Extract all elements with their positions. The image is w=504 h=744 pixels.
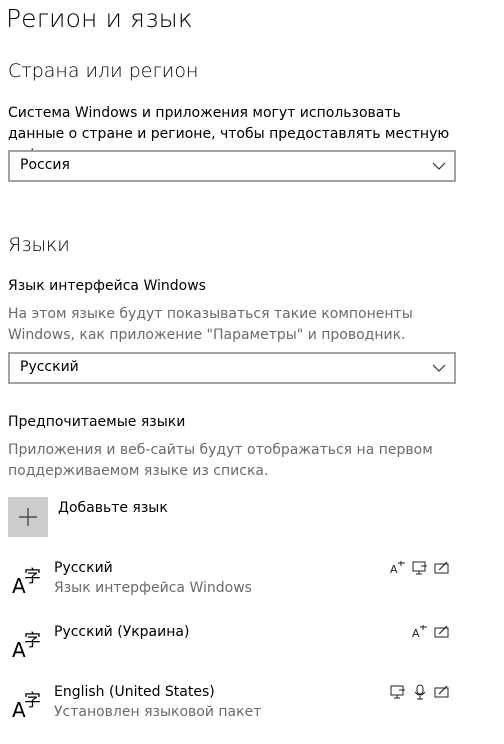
language-features bbox=[390, 684, 450, 700]
preferred-languages-description: Приложения и веб-сайты будут отображатьс… bbox=[8, 442, 433, 479]
language-status: Установлен языковой пакет bbox=[54, 704, 262, 720]
svg-text:A: A bbox=[390, 563, 398, 576]
add-language-label[interactable]: Добавьте язык bbox=[58, 500, 168, 516]
language-icon: A字 bbox=[12, 631, 41, 662]
language-item-ru-ua[interactable]: A字 Русский (Украина) A bbox=[8, 624, 458, 680]
region-section-title: Страна или регион bbox=[8, 60, 199, 82]
language-name: Русский (Украина) bbox=[54, 624, 190, 640]
language-icon: A字 bbox=[12, 691, 41, 722]
language-status: Язык интерфейса Windows bbox=[54, 580, 252, 596]
display-language-description: На этом языке будут показываться такие к… bbox=[8, 306, 413, 343]
handwriting-icon bbox=[434, 685, 449, 698]
language-item-en-us[interactable]: A字 English (United States) Установлен яз… bbox=[8, 684, 458, 740]
handwriting-icon bbox=[434, 561, 449, 574]
language-item-ru[interactable]: A字 Русский Язык интерфейса Windows A bbox=[8, 560, 458, 616]
country-select-value: Россия bbox=[20, 157, 70, 173]
display-language-icon bbox=[390, 685, 405, 699]
display-language-select[interactable]: Русский bbox=[8, 352, 456, 384]
preferred-languages-label: Предпочитаемые языки bbox=[8, 414, 186, 430]
country-select[interactable]: Россия bbox=[8, 150, 456, 182]
chevron-down-icon bbox=[432, 162, 446, 170]
display-language-icon bbox=[412, 561, 427, 575]
handwriting-icon bbox=[434, 625, 449, 638]
languages-section-title: Языки bbox=[8, 234, 70, 256]
page-title: Регион и язык bbox=[6, 4, 193, 33]
display-language-select-value: Русский bbox=[20, 359, 79, 375]
text-to-speech-icon: A bbox=[390, 561, 405, 576]
language-icon: A字 bbox=[12, 567, 41, 598]
language-name: English (United States) bbox=[54, 684, 215, 700]
language-features: A bbox=[390, 560, 450, 576]
language-name: Русский bbox=[54, 560, 113, 576]
add-language-button[interactable] bbox=[8, 497, 48, 537]
display-language-label: Язык интерфейса Windows bbox=[8, 278, 206, 294]
chevron-down-icon bbox=[432, 364, 446, 372]
speech-recognition-icon bbox=[414, 684, 426, 700]
svg-text:A: A bbox=[412, 627, 420, 640]
language-features: A bbox=[412, 624, 450, 640]
text-to-speech-icon: A bbox=[412, 625, 427, 640]
plus-icon bbox=[19, 508, 37, 526]
